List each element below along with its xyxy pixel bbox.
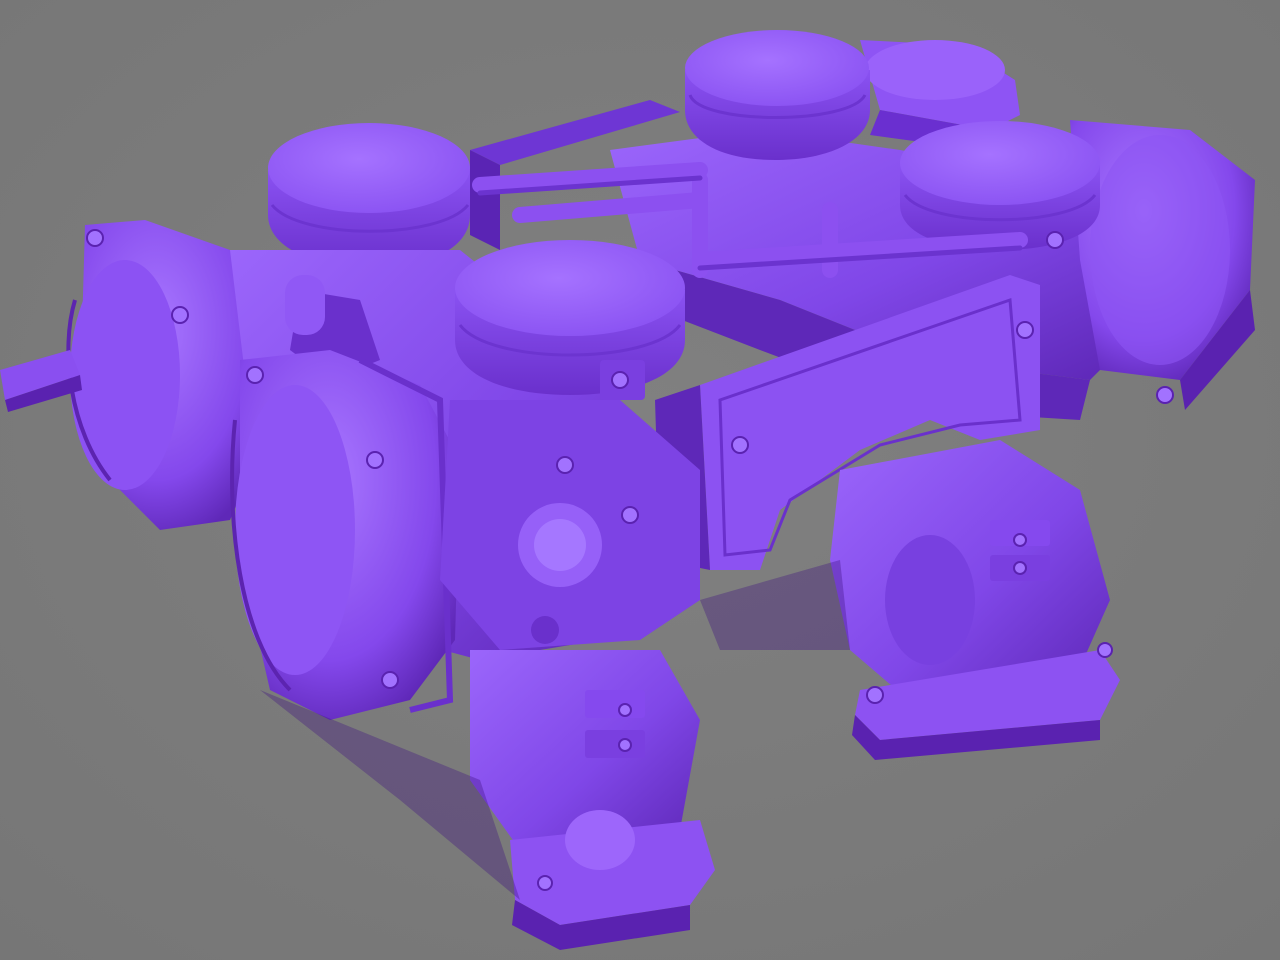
viewport-canvas — [0, 0, 1280, 960]
cap-front — [455, 240, 685, 400]
left-front-intake — [230, 350, 460, 720]
right-manifold — [830, 440, 1120, 760]
carburetor-render — [0, 0, 1280, 960]
cap-rear-left — [268, 123, 470, 268]
float-bowl — [440, 400, 700, 650]
cap-rear-right — [900, 121, 1100, 250]
cap-rear-middle — [685, 30, 870, 160]
